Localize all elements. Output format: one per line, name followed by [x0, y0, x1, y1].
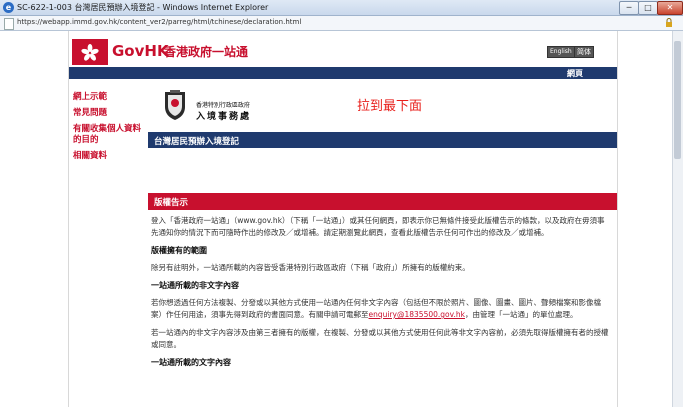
- minimize-button[interactable]: ─: [619, 1, 639, 15]
- govhk-logo-text[interactable]: GovHK: [112, 42, 169, 60]
- sidebar-item-faq[interactable]: 常見問題: [71, 107, 145, 120]
- section-heading-scope: 版權擁有的範圍: [151, 246, 207, 255]
- vertical-scrollbar[interactable]: [672, 31, 683, 407]
- window-titlebar: e SC-622-1-003 台灣居民預辦入境登記 - Windows Inte…: [0, 0, 683, 16]
- copyright-notice-bar: 版權告示: [148, 193, 617, 210]
- enquiry-email-link[interactable]: enquiry@1835500.gov.hk: [369, 310, 465, 319]
- lock-icon[interactable]: [665, 18, 673, 27]
- section-heading-nontext: 一站通所載的非文字內容: [151, 281, 239, 290]
- nontext-text-b: ，由管理「一站通」的單位處理。: [464, 310, 578, 319]
- url-text[interactable]: https://webapp.immd.gov.hk/content_ver2/…: [17, 18, 301, 26]
- immigration-department-emblem-icon: [165, 90, 185, 120]
- address-bar[interactable]: https://webapp.immd.gov.hk/content_ver2/…: [0, 16, 683, 31]
- close-button[interactable]: ✕: [657, 1, 683, 15]
- sidebar-item-privacy-purpose[interactable]: 有關收集個人資料的目的: [71, 123, 145, 147]
- page-icon: [4, 18, 14, 30]
- portal-name[interactable]: 香港政府一站通: [164, 43, 248, 60]
- window-title: SC-622-1-003 台灣居民預辦入境登記 - Windows Intern…: [17, 3, 269, 12]
- scrollbar-thumb[interactable]: [674, 41, 681, 159]
- lang-simplified-button[interactable]: 简体: [574, 46, 594, 58]
- sitemap-link[interactable]: 網頁: [567, 68, 583, 79]
- scroll-instruction-annotation: 拉到最下面: [357, 99, 423, 114]
- top-navbar: 網頁: [69, 67, 617, 79]
- application-title: 台灣居民預辦入境登記: [154, 137, 240, 147]
- internet-explorer-icon: e: [3, 2, 14, 13]
- lang-english-button[interactable]: English: [547, 46, 575, 58]
- department-org-name: 香港特別行政區政府: [196, 102, 251, 109]
- section-heading-text-content: 一站通所載的文字內容: [151, 358, 231, 367]
- department-name: 入境事務處: [196, 112, 252, 122]
- notice-paragraph-intro: 登入「香港政府一站通」（www.gov.hk）（下稱「一站通」）或其任何網頁，即…: [151, 216, 605, 237]
- hksar-flag-logo[interactable]: [72, 39, 108, 65]
- copyright-notice-content: 登入「香港政府一站通」（www.gov.hk）（下稱「一站通」）或其任何網頁，即…: [151, 215, 611, 374]
- page-frame: GovHK 香港政府一站通 English 简体 網頁 網上示範 常見問題 有關…: [68, 31, 618, 407]
- browser-viewport: GovHK 香港政府一站通 English 简体 網頁 網上示範 常見問題 有關…: [0, 31, 683, 407]
- sidebar-item-related-info[interactable]: 相關資料: [71, 150, 145, 163]
- maximize-button[interactable]: □: [638, 1, 658, 15]
- portal-header: GovHK 香港政府一站通 English 简体: [69, 37, 617, 67]
- copyright-notice-title: 版權告示: [154, 198, 189, 208]
- notice-paragraph-third-party: 若一站通內的非文字內容涉及由第三者擁有的版權，在複製、分發或以其他方式使用任何此…: [151, 328, 609, 349]
- sidebar: 網上示範 常見問題 有關收集個人資料的目的 相關資料: [71, 91, 145, 166]
- notice-paragraph-nontext: 若你想透過任何方法複製、分發或以其他方式使用一站通內任何非文字內容（包括但不限於…: [151, 297, 611, 321]
- notice-paragraph-scope: 除另有註明外，一站通所載的內容皆受香港特別行政區政府（下稱「政府」）所擁有的版權…: [151, 263, 470, 272]
- application-title-bar: 台灣居民預辦入境登記: [148, 132, 617, 148]
- sidebar-item-online-demo[interactable]: 網上示範: [71, 91, 145, 104]
- brand-gov: Gov: [112, 42, 145, 60]
- bauhinia-icon: [81, 44, 99, 61]
